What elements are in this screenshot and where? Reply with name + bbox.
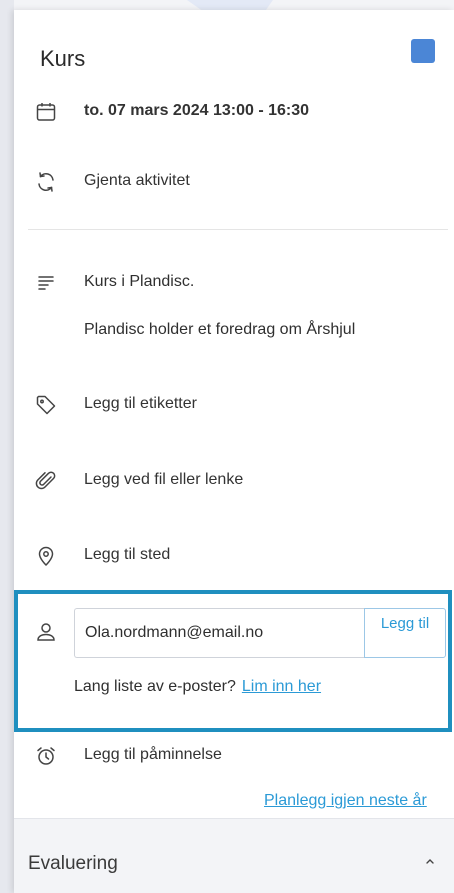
tag-icon bbox=[34, 393, 58, 417]
description-line-2[interactable]: Plandisc holder et foredrag om Årshjul bbox=[84, 321, 355, 339]
event-date-time: to. 07 mars 2024 13:00 - 16:30 bbox=[84, 102, 310, 119]
description-line-1[interactable]: Kurs i Plandisc. bbox=[84, 273, 194, 291]
add-attachment-label: Legg ved fil eller lenke bbox=[84, 471, 244, 488]
event-title[interactable]: Kurs bbox=[40, 46, 85, 72]
date-row[interactable]: to. 07 mars 2024 13:00 - 16:30 bbox=[14, 98, 454, 128]
paste-here-link[interactable]: Lim inn her bbox=[242, 678, 321, 695]
paste-email-list-prompt: Lang liste av e-poster? Lim inn her bbox=[74, 678, 321, 696]
add-tags-row[interactable]: Legg til etiketter bbox=[14, 391, 454, 421]
repeat-row[interactable]: Gjenta aktivitet bbox=[14, 168, 454, 198]
background-calendar bbox=[0, 0, 14, 893]
repeat-icon bbox=[34, 170, 58, 194]
evaluation-section-header[interactable]: Evaluering bbox=[14, 818, 454, 893]
repeat-label: Gjenta aktivitet bbox=[84, 172, 190, 189]
event-detail-panel: Kurs to. 07 mars 2024 13:00 - 16:30 Gjen… bbox=[14, 10, 454, 893]
alarm-clock-icon bbox=[34, 744, 58, 768]
evaluation-label: Evaluering bbox=[28, 853, 118, 874]
chevron-up-icon[interactable] bbox=[424, 855, 436, 867]
add-location-row[interactable]: Legg til sted bbox=[14, 542, 454, 572]
description-row[interactable] bbox=[14, 268, 454, 298]
event-color-swatch[interactable] bbox=[411, 39, 435, 63]
add-tags-label: Legg til etiketter bbox=[84, 395, 197, 412]
email-input[interactable]: Ola.nordmann@email.no bbox=[74, 608, 364, 658]
add-participant-button[interactable]: Legg til bbox=[364, 608, 446, 658]
person-icon bbox=[34, 620, 58, 644]
invite-participants-section: Ola.nordmann@email.no Legg til Lang list… bbox=[14, 590, 452, 732]
screen: Kurs to. 07 mars 2024 13:00 - 16:30 Gjen… bbox=[0, 0, 454, 893]
plan-next-year-link[interactable]: Planlegg igjen neste år bbox=[264, 792, 427, 810]
section-divider bbox=[28, 229, 448, 230]
add-attachment-row[interactable]: Legg ved fil eller lenke bbox=[14, 467, 454, 497]
calendar-icon bbox=[34, 100, 58, 124]
location-pin-icon bbox=[34, 544, 58, 568]
add-reminder-row[interactable]: Legg til påminnelse bbox=[14, 742, 454, 772]
add-location-label: Legg til sted bbox=[84, 546, 171, 563]
add-reminder-label: Legg til påminnelse bbox=[84, 746, 222, 763]
paperclip-icon bbox=[34, 469, 58, 493]
description-icon bbox=[34, 270, 58, 294]
paste-prompt-text: Lang liste av e-poster? bbox=[74, 678, 236, 695]
